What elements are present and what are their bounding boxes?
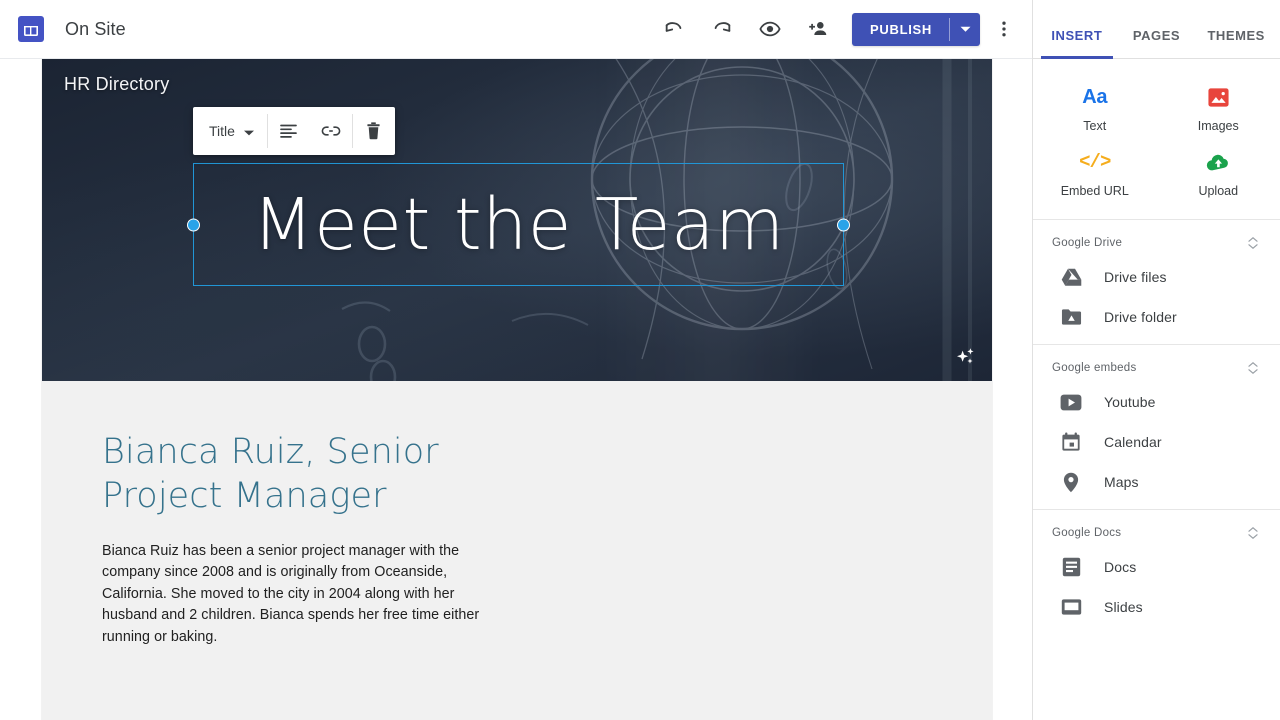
insert-text-label: Text [1083, 119, 1107, 133]
text-aa-icon: Aa [1082, 85, 1108, 108]
google-drive-icon [1060, 266, 1082, 288]
page-title[interactable]: On Site [65, 19, 126, 40]
collapse-expand-chevrons-icon[interactable] [1248, 237, 1258, 249]
google-sites-editor: On Site PUBLISH HR Directory Title Meet … [0, 0, 1280, 720]
text-style-dropdown[interactable]: Title [193, 107, 267, 155]
trash-delete-icon[interactable] [353, 107, 395, 155]
more-vertical-icon[interactable] [984, 7, 1024, 51]
section-header-google-drive[interactable]: Google Drive [1033, 220, 1280, 257]
panel-tab-bar: INSERT PAGES THEMES [1033, 0, 1280, 59]
section-title-google-embeds: Google embeds [1052, 362, 1137, 374]
calendar-icon [1060, 431, 1082, 453]
section-header-google-embeds[interactable]: Google embeds [1033, 345, 1280, 382]
add-person-share-icon[interactable] [794, 7, 842, 51]
appbar-actions: PUBLISH [650, 7, 1024, 51]
panel-row-label: Docs [1104, 559, 1137, 575]
app-bar: On Site PUBLISH [0, 0, 1032, 59]
align-left-icon[interactable] [268, 107, 310, 155]
site-name-label[interactable]: HR Directory [64, 74, 169, 95]
docs-icon [1060, 556, 1082, 578]
tab-insert[interactable]: INSERT [1037, 28, 1117, 59]
canvas-area[interactable]: HR Directory Title Meet the Team Bianca … [0, 59, 1032, 720]
content-inner: Bianca Ruiz, Senior Project Manager Bian… [42, 431, 802, 648]
section-header-google-docs[interactable]: Google Docs [1033, 510, 1280, 547]
publish-dropdown-chevron-down-icon[interactable] [950, 13, 980, 46]
page-content-section[interactable]: Bianca Ruiz, Senior Project Manager Bian… [42, 381, 992, 649]
publish-button-group[interactable]: PUBLISH [852, 12, 980, 46]
person-heading[interactable]: Bianca Ruiz, Senior Project Manager [102, 431, 522, 519]
resize-handle-right-icon[interactable] [837, 218, 850, 231]
insert-panel: INSERT PAGES THEMES Aa Text Images </> E… [1032, 0, 1280, 720]
section-title-google-docs: Google Docs [1052, 527, 1122, 539]
text-format-toolbar[interactable]: Title [193, 107, 395, 155]
panel-row-calendar[interactable]: Calendar [1033, 422, 1280, 462]
collapse-expand-chevrons-icon[interactable] [1248, 527, 1258, 539]
editor-region: On Site PUBLISH HR Directory Title Meet … [0, 0, 1032, 720]
section-title-google-drive: Google Drive [1052, 237, 1123, 249]
insert-upload-button[interactable]: Upload [1157, 140, 1280, 205]
panel-row-youtube[interactable]: Youtube [1033, 382, 1280, 422]
link-icon[interactable] [310, 107, 352, 155]
header-banner[interactable]: HR Directory Title Meet the Team [42, 59, 992, 381]
panel-row-maps[interactable]: Maps [1033, 462, 1280, 502]
person-bio-paragraph[interactable]: Bianca Ruiz has been a senior project ma… [102, 541, 484, 649]
quick-insert-grid: Aa Text Images </> Embed URL Upload [1033, 59, 1280, 220]
insert-embed-url-label: Embed URL [1060, 184, 1129, 198]
undo-icon[interactable] [650, 7, 698, 51]
tab-themes[interactable]: THEMES [1196, 28, 1276, 58]
drive-folder-icon [1060, 306, 1082, 328]
hero-title-text[interactable]: Meet the Team [252, 189, 784, 260]
panel-row-label: Slides [1104, 599, 1143, 615]
site-page-preview: HR Directory Title Meet the Team Bianca … [42, 59, 992, 720]
panel-row-label: Youtube [1104, 394, 1156, 410]
sparkle-image-options-icon[interactable] [952, 345, 980, 371]
publish-button[interactable]: PUBLISH [852, 13, 949, 46]
images-icon [1207, 84, 1230, 110]
selected-title-textbox[interactable]: Meet the Team [187, 163, 850, 286]
insert-images-button[interactable]: Images [1157, 75, 1280, 140]
redo-icon[interactable] [698, 7, 746, 51]
panel-row-docs[interactable]: Docs [1033, 547, 1280, 587]
map-pin-icon [1060, 471, 1082, 493]
panel-row-label: Drive files [1104, 269, 1167, 285]
chevron-down-icon [243, 123, 254, 139]
tab-pages[interactable]: PAGES [1117, 28, 1197, 58]
panel-content: Aa Text Images </> Embed URL Upload Goog… [1033, 59, 1280, 720]
panel-row-label: Maps [1104, 474, 1139, 490]
panel-row-slides[interactable]: Slides [1033, 587, 1280, 627]
google-sites-logo-icon[interactable] [18, 16, 44, 42]
panel-row-label: Calendar [1104, 434, 1162, 450]
insert-embed-url-button[interactable]: </> Embed URL [1033, 140, 1157, 205]
text-style-label: Title [209, 123, 235, 139]
insert-images-label: Images [1197, 119, 1239, 133]
insert-upload-label: Upload [1198, 184, 1239, 198]
resize-handle-left-icon[interactable] [187, 218, 200, 231]
slides-icon [1060, 596, 1082, 618]
upload-cloud-icon [1206, 149, 1231, 175]
panel-row-drive-files[interactable]: Drive files [1033, 257, 1280, 297]
eye-preview-icon[interactable] [746, 7, 794, 51]
insert-text-button[interactable]: Aa Text [1033, 75, 1157, 140]
panel-row-label: Drive folder [1104, 309, 1177, 325]
youtube-icon [1060, 391, 1082, 413]
embed-code-icon: </> [1079, 151, 1111, 173]
collapse-expand-chevrons-icon[interactable] [1248, 362, 1258, 374]
panel-row-drive-folder[interactable]: Drive folder [1033, 297, 1280, 337]
